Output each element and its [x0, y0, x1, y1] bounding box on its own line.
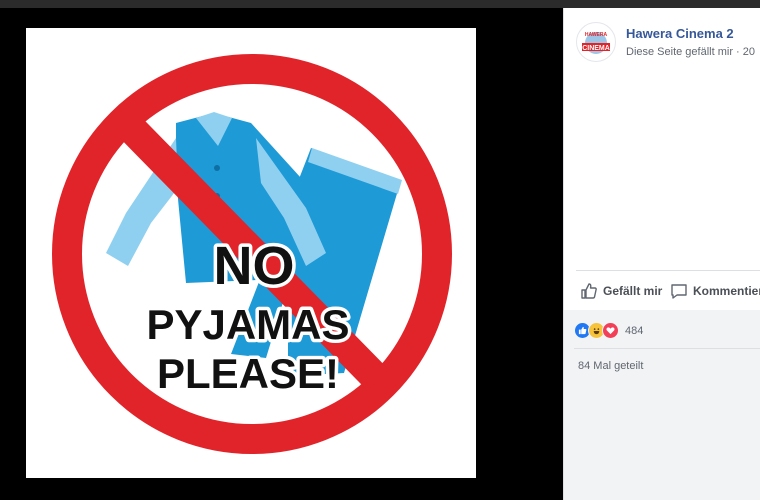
post-stats: 484 84 Mal geteilt [564, 310, 760, 500]
share-count[interactable]: 84 Mal geteilt [578, 360, 643, 372]
cinema-logo-icon: HAWERA CINEMA [578, 24, 614, 60]
like-label: Gefällt mir [603, 284, 663, 298]
post-header: HAWERA CINEMA Hawera Cinema 2 Diese Seit… [576, 22, 760, 74]
divider [574, 348, 760, 349]
action-bar: Gefällt mir Kommentieren [576, 270, 760, 310]
comment-button[interactable]: Kommentieren [670, 279, 760, 303]
page-like-status[interactable]: Diese Seite gefällt mir · 20 [626, 46, 755, 58]
sign-text-please: PLEASE! [157, 350, 339, 397]
reaction-count: 484 [625, 324, 644, 337]
comment-label: Kommentieren [693, 284, 760, 298]
comment-icon [671, 284, 687, 299]
post-sidebar: HAWERA CINEMA Hawera Cinema 2 Diese Seit… [563, 8, 760, 500]
no-pyjamas-sign: NO PYJAMAS PLEASE! [26, 28, 476, 478]
photo-viewer[interactable]: NO PYJAMAS PLEASE! [0, 8, 563, 500]
sign-text-no: NO [214, 236, 295, 296]
svg-text:CINEMA: CINEMA [582, 45, 610, 52]
page-avatar[interactable]: HAWERA CINEMA [576, 22, 616, 62]
top-bar [0, 0, 760, 8]
page-name-link[interactable]: Hawera Cinema 2 [626, 26, 734, 41]
love-reaction-icon [602, 322, 619, 339]
svg-text:HAWERA: HAWERA [585, 32, 608, 38]
sign-text-pyjamas: PYJAMAS [146, 301, 349, 348]
post-photo[interactable]: NO PYJAMAS PLEASE! [26, 28, 476, 478]
like-button[interactable]: Gefällt mir [580, 279, 662, 303]
reactions-summary[interactable]: 484 [574, 322, 643, 339]
thumbs-up-icon [581, 283, 597, 299]
